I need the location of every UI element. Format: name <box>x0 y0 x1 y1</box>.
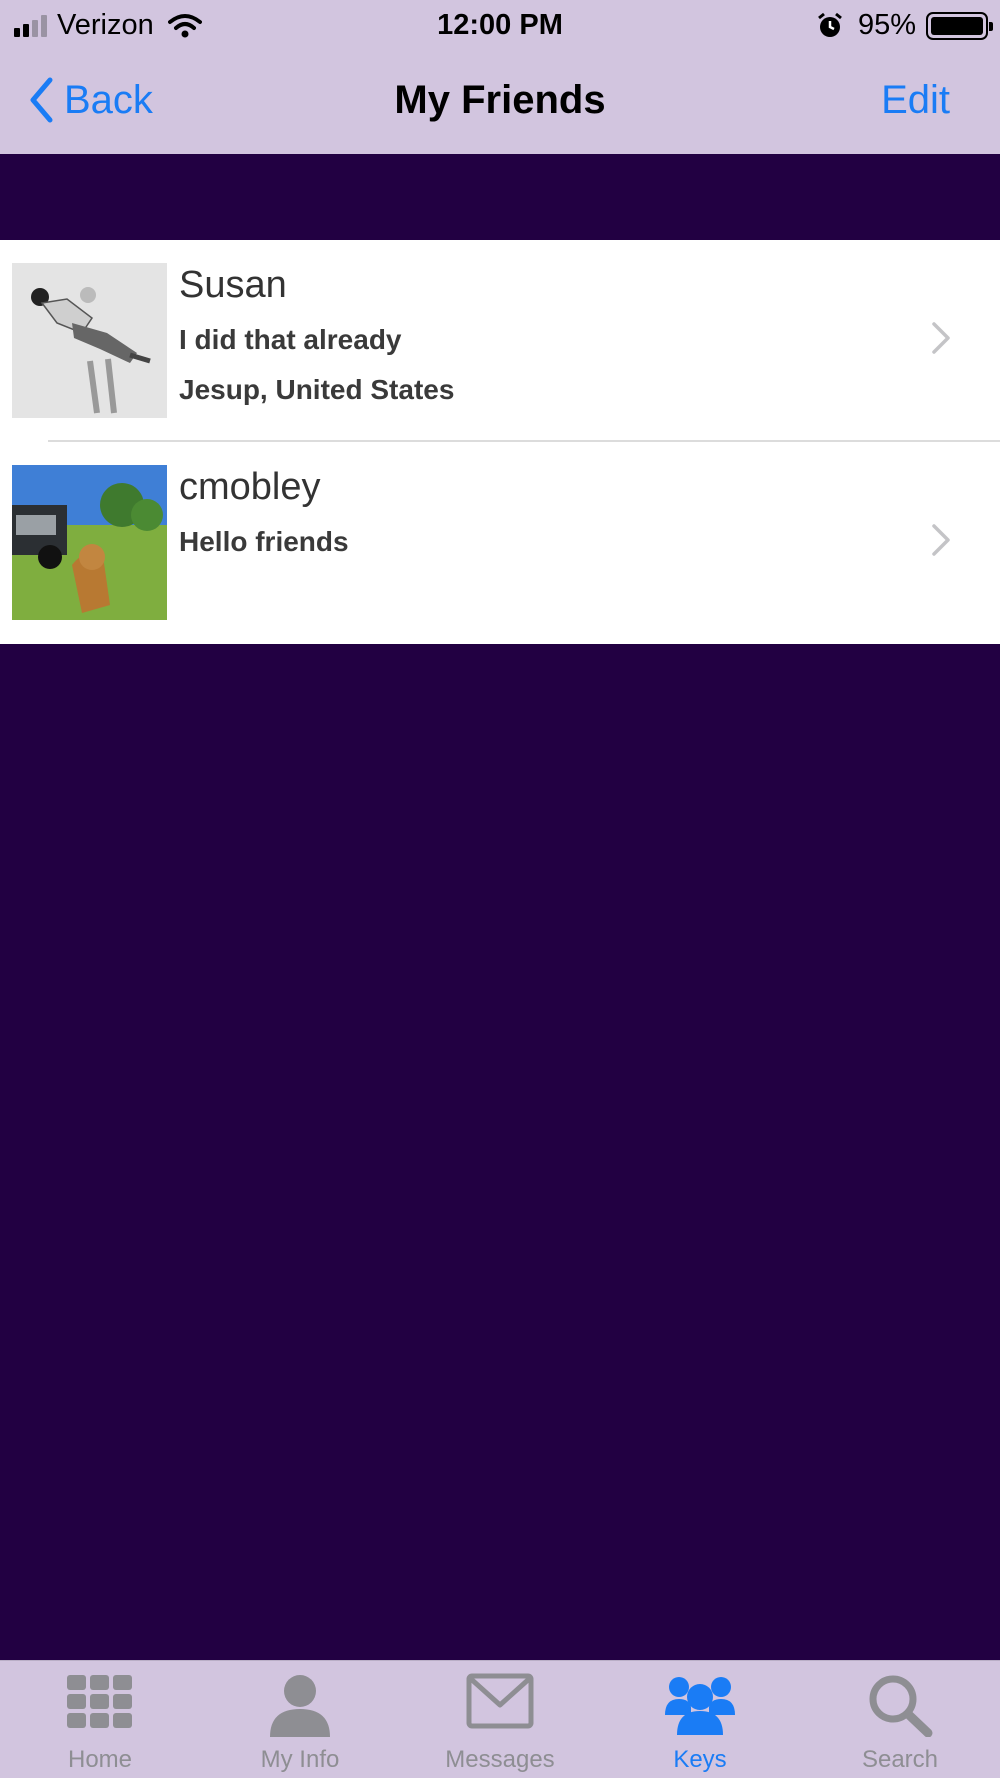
tab-label: Search <box>861 1746 939 1773</box>
tab-keys[interactable]: Keys <box>600 1661 800 1778</box>
avatar <box>12 465 167 620</box>
friends-list: Susan I did that already Jesup, United S… <box>0 240 1000 644</box>
chevron-right-icon <box>932 322 950 354</box>
friend-name: cmobley <box>179 466 321 508</box>
grid-icon <box>67 1675 132 1728</box>
friend-status: Hello friends <box>179 526 349 557</box>
magnifier-icon <box>869 1675 933 1737</box>
battery-icon <box>926 11 993 40</box>
tab-label: My Info <box>260 1746 340 1773</box>
tab-label: Keys <box>673 1746 727 1773</box>
tab-messages[interactable]: Messages <box>400 1661 600 1778</box>
status-right: 95% <box>816 9 993 42</box>
battery-percent: 95% <box>857 9 916 41</box>
avatar <box>12 263 167 418</box>
navigation-bar: Back My Friends Edit <box>0 50 1000 154</box>
friend-row-cmobley[interactable]: cmobley Hello friends <box>0 442 1000 644</box>
status-bar: Verizon 12:00 PM 95% <box>0 0 1000 50</box>
tab-label: Messages <box>445 1746 555 1773</box>
tab-label: Home <box>67 1746 133 1773</box>
alarm-icon <box>818 12 842 37</box>
page-title: My Friends <box>394 78 606 122</box>
friend-status: I did that already <box>179 324 402 355</box>
friend-location: Jesup, United States <box>179 374 455 405</box>
envelope-icon <box>466 1673 534 1729</box>
people-icon <box>665 1677 735 1735</box>
tab-home[interactable]: Home <box>0 1661 200 1778</box>
edit-button[interactable]: Edit <box>881 78 950 123</box>
person-icon <box>270 1675 330 1737</box>
tab-bar: Home My Info Messages Keys Search <box>0 1660 1000 1778</box>
tab-my-info[interactable]: My Info <box>200 1661 400 1778</box>
chevron-right-icon <box>932 524 950 556</box>
tab-search[interactable]: Search <box>800 1661 1000 1778</box>
friend-name: Susan <box>179 264 287 306</box>
friend-row-susan[interactable]: Susan I did that already Jesup, United S… <box>0 240 1000 442</box>
